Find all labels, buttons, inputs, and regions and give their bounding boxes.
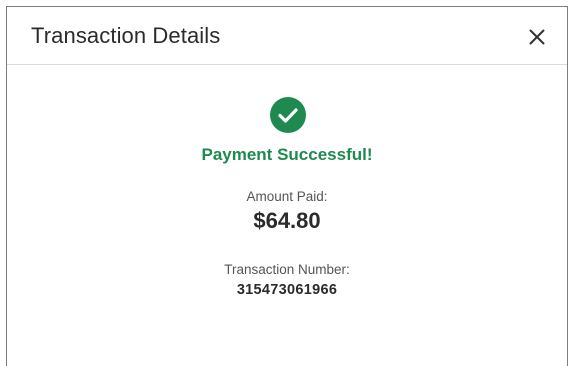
transaction-details-dialog: Transaction Details Payment Successful! … xyxy=(6,6,568,366)
close-icon xyxy=(529,29,545,45)
close-button[interactable] xyxy=(525,25,549,49)
transaction-number-label: Transaction Number: xyxy=(224,262,350,277)
payment-status-message: Payment Successful! xyxy=(201,145,373,164)
dialog-title: Transaction Details xyxy=(31,23,221,48)
dialog-header: Transaction Details xyxy=(7,7,567,65)
amount-paid-value: $64.80 xyxy=(253,208,321,233)
dialog-body: Payment Successful! Amount Paid: $64.80 … xyxy=(7,65,567,355)
check-circle-icon xyxy=(270,97,306,133)
amount-paid-label: Amount Paid: xyxy=(246,189,328,204)
transaction-number-value: 315473061966 xyxy=(236,282,338,298)
